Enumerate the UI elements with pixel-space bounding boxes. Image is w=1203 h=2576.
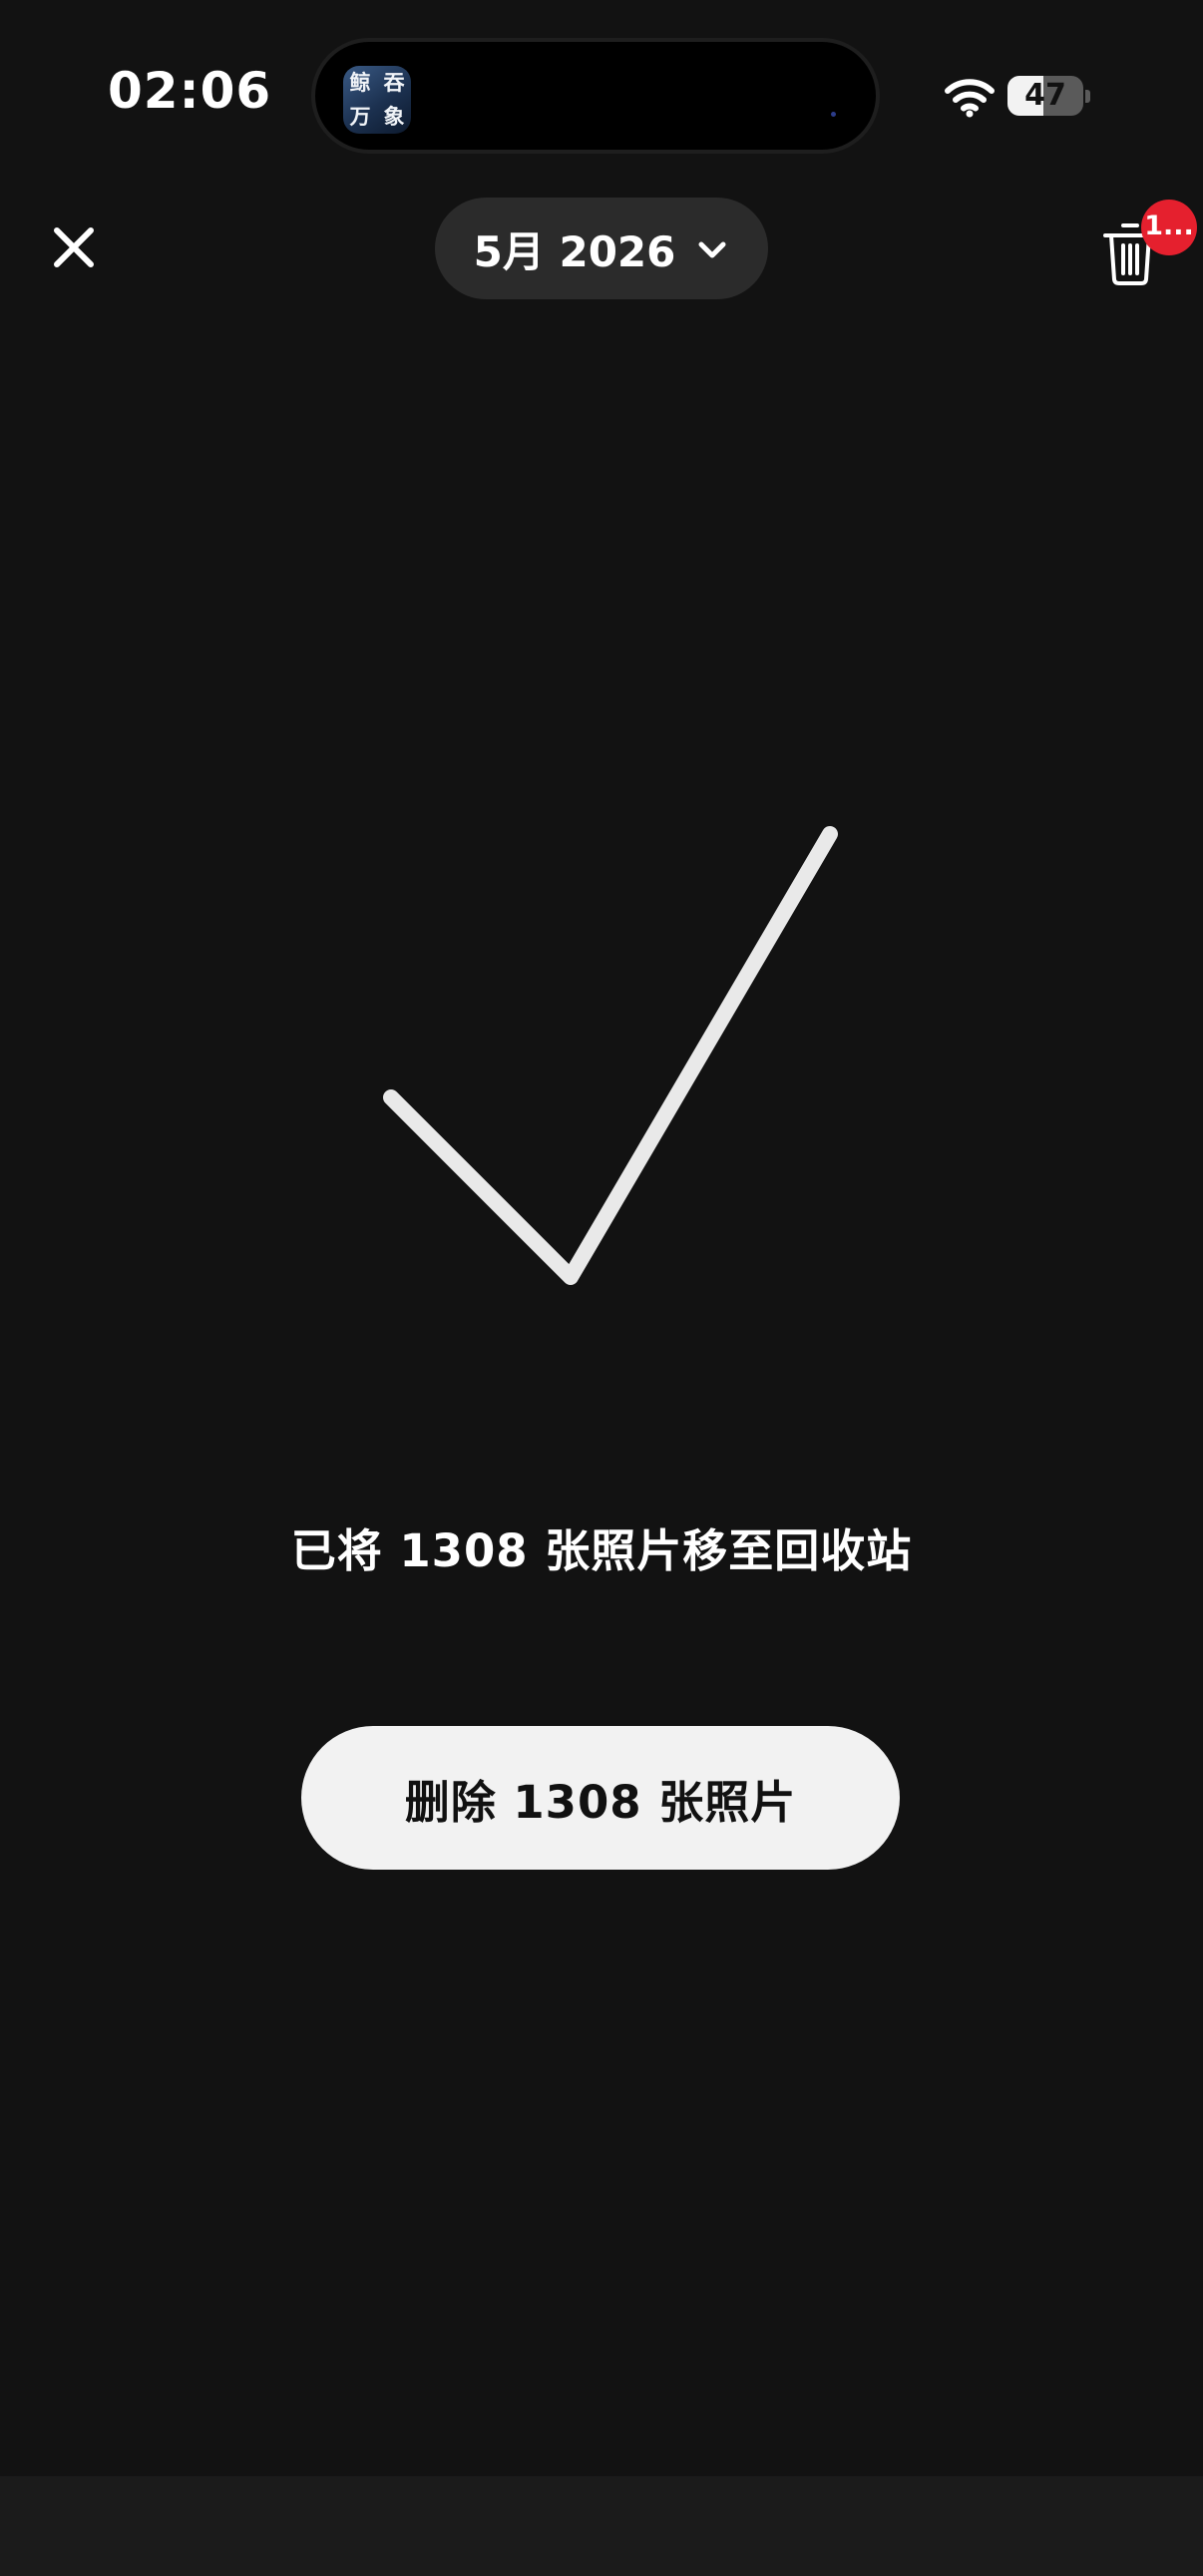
app-icon[interactable]: 鲸 吞 万 象	[343, 66, 411, 134]
status-time: 02:06	[108, 62, 272, 120]
app-icon-char: 吞	[383, 70, 405, 95]
result-message: 已将 1308 张照片移至回收站	[290, 1524, 913, 1577]
bottom-bar	[0, 2476, 1203, 2576]
camera-dot	[831, 112, 836, 117]
battery-indicator: 47	[1007, 76, 1083, 116]
wifi-icon	[945, 79, 995, 118]
delete-photos-button[interactable]: 删除 1308 张照片	[301, 1726, 900, 1870]
battery-tip	[1085, 90, 1090, 103]
month-label: 5月 2026	[473, 226, 676, 276]
battery-level: 47	[1024, 78, 1066, 113]
close-icon	[54, 227, 94, 267]
checkmark-icon	[383, 826, 838, 1285]
trash-count-badge: 1...	[1141, 200, 1197, 255]
chevron-down-icon	[698, 241, 726, 258]
app-icon-char: 鲸	[349, 70, 371, 95]
app-icon-char: 象	[383, 104, 405, 129]
dynamic-island[interactable]: 鲸 吞 万 象	[311, 38, 880, 154]
app-icon-char: 万	[349, 104, 371, 129]
close-button[interactable]	[38, 212, 110, 283]
month-selector[interactable]: 5月 2026	[435, 198, 768, 299]
